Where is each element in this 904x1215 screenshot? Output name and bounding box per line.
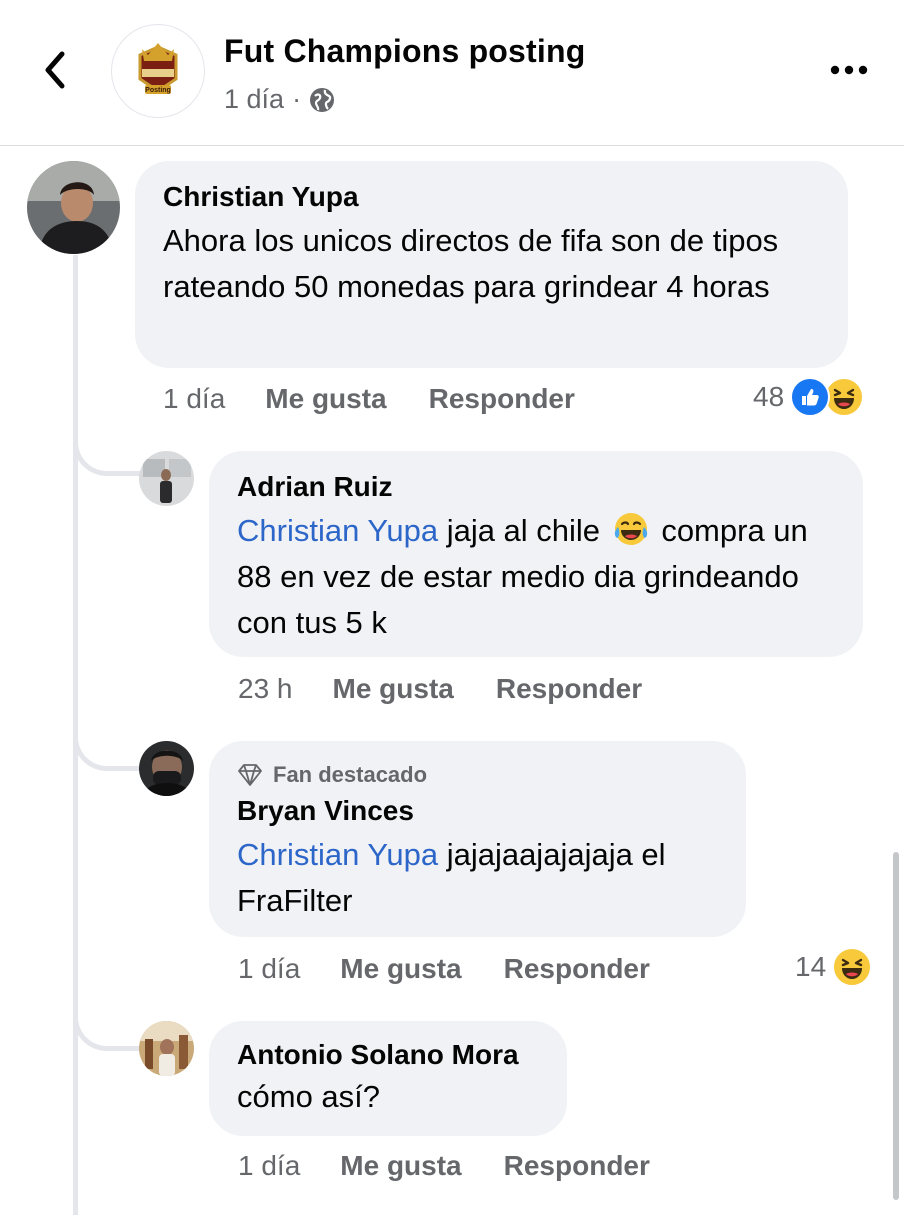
comment-text: Ahora los unicos directos de fifa son de… xyxy=(163,223,779,304)
comment-text: Christian Yupa jaja al chile compra un 8… xyxy=(237,508,835,646)
comment-actions: 1 día Me gusta Responder xyxy=(238,950,692,988)
comment-author[interactable]: Christian Yupa xyxy=(163,180,820,214)
avatar[interactable] xyxy=(139,741,194,796)
scrollbar[interactable] xyxy=(893,852,899,1200)
avatar[interactable] xyxy=(139,451,194,506)
logo-text: Posting xyxy=(145,87,171,94)
thread-branch xyxy=(73,713,145,771)
diamond-icon xyxy=(238,764,262,786)
like-button[interactable]: Me gusta xyxy=(340,953,461,985)
avatar[interactable] xyxy=(139,1021,194,1076)
comment-author[interactable]: Antonio Solano Mora xyxy=(237,1038,539,1072)
comment-bubble: Antonio Solano Mora cómo así? xyxy=(209,1021,567,1136)
reply-button[interactable]: Responder xyxy=(496,673,642,705)
haha-icon xyxy=(832,947,873,987)
reply-button[interactable]: Responder xyxy=(429,383,575,415)
thread-branch xyxy=(73,993,145,1051)
post-meta: 1 día · xyxy=(224,84,335,115)
reaction-summary[interactable]: 14 xyxy=(795,947,873,987)
like-icon xyxy=(790,377,831,417)
reply-button[interactable]: Responder xyxy=(504,1150,650,1182)
comment-text: cómo así? xyxy=(237,1079,381,1114)
like-button[interactable]: Me gusta xyxy=(265,383,386,415)
comment-bubble: Christian Yupa Ahora los unicos directos… xyxy=(135,161,848,368)
comment-bubble: Fan destacado Bryan Vinces Christian Yup… xyxy=(209,741,746,937)
more-dots-icon xyxy=(830,65,868,75)
mention-link[interactable]: Christian Yupa xyxy=(237,837,438,872)
comment-actions: 1 día Me gusta Responder xyxy=(163,380,617,418)
post-header: Posting Fut Champions posting 1 día · xyxy=(0,0,904,146)
comment-actions: 23 h Me gusta Responder xyxy=(238,670,684,708)
comment-actions: 1 día Me gusta Responder xyxy=(238,1147,692,1185)
chevron-left-icon xyxy=(45,51,65,89)
comment-time[interactable]: 23 h xyxy=(238,673,293,705)
mention-link[interactable]: Christian Yupa xyxy=(237,513,438,548)
comment-bubble: Adrian Ruiz Christian Yupa jaja al chile… xyxy=(209,451,863,657)
comment-author[interactable]: Adrian Ruiz xyxy=(237,470,835,504)
tears-of-joy-icon xyxy=(614,513,647,545)
comment-time[interactable]: 1 día xyxy=(163,383,225,415)
comment-text-part: jaja al chile xyxy=(446,513,601,548)
like-button[interactable]: Me gusta xyxy=(340,1150,461,1182)
globe-icon xyxy=(310,87,335,112)
haha-icon xyxy=(824,377,865,417)
comment-time[interactable]: 1 día xyxy=(238,953,300,985)
comment-time[interactable]: 1 día xyxy=(238,1150,300,1182)
top-fan-badge: Fan destacado xyxy=(237,762,718,788)
badge-label: Fan destacado xyxy=(273,762,428,787)
reply-button[interactable]: Responder xyxy=(504,953,650,985)
more-options-button[interactable] xyxy=(826,52,872,88)
thread-branch xyxy=(73,418,145,476)
comment-author[interactable]: Bryan Vinces xyxy=(237,794,718,828)
meta-separator: · xyxy=(292,84,302,114)
back-button[interactable] xyxy=(30,44,80,96)
reaction-summary[interactable]: 48 xyxy=(753,377,865,417)
avatar[interactable] xyxy=(27,161,120,254)
like-button[interactable]: Me gusta xyxy=(333,673,454,705)
post-time[interactable]: 1 día xyxy=(224,84,284,115)
page-name[interactable]: Fut Champions posting xyxy=(224,33,586,70)
reaction-count: 48 xyxy=(753,381,785,412)
reaction-count: 14 xyxy=(795,951,827,982)
comment-text: Christian Yupa jajajaajajajaja el FraFil… xyxy=(237,832,718,924)
page-logo[interactable]: Posting xyxy=(111,24,205,118)
